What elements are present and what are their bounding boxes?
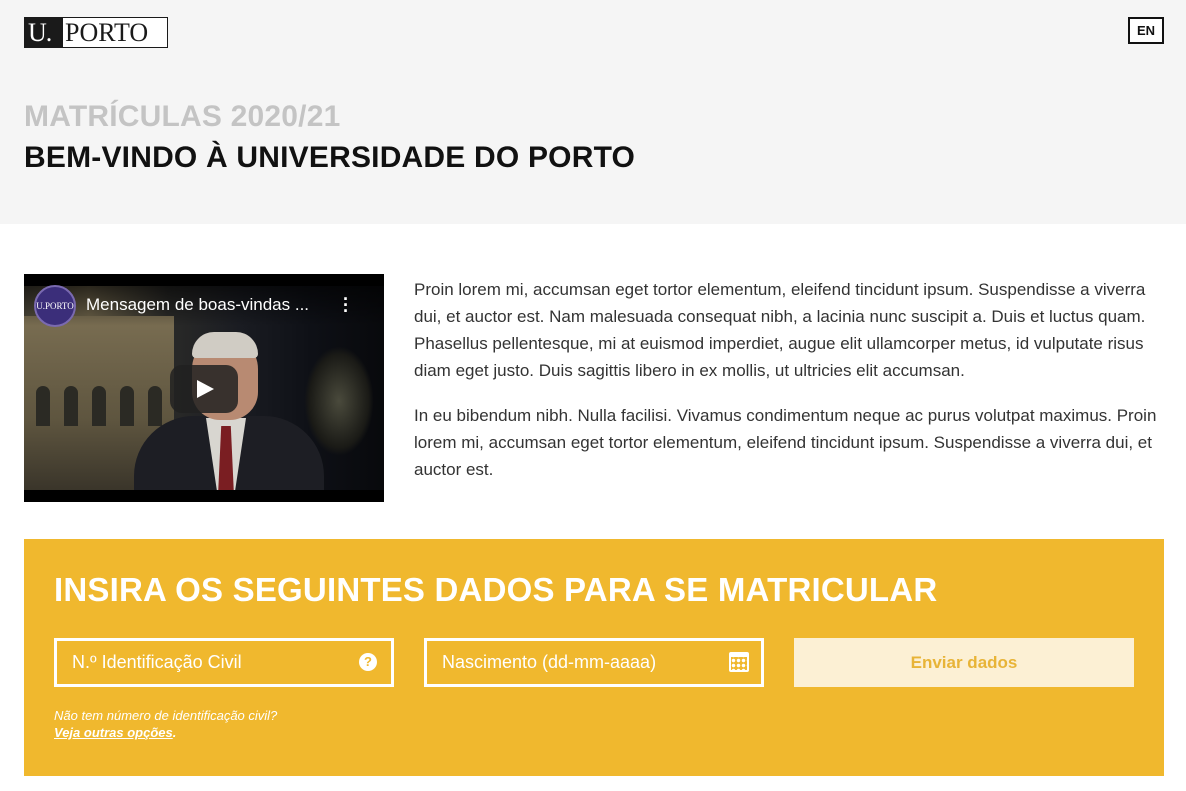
civil-id-input[interactable] bbox=[72, 652, 342, 673]
intro-text: Proin lorem mi, accumsan eget tortor ele… bbox=[414, 276, 1164, 501]
other-options-link[interactable]: Veja outras opções bbox=[54, 725, 173, 740]
page-title: BEM-VINDO À UNIVERSIDADE DO PORTO bbox=[24, 141, 636, 174]
calendar-icon[interactable] bbox=[729, 652, 749, 672]
play-icon[interactable] bbox=[170, 365, 238, 413]
logo-porto-text: PORTO bbox=[65, 18, 149, 47]
other-options-line: Veja outras opções. bbox=[54, 725, 176, 740]
page-header: U. PORTO EN MATRÍCULAS 2020/21 BEM-VINDO… bbox=[0, 0, 1186, 224]
intro-paragraph-1: Proin lorem mi, accumsan eget tortor ele… bbox=[414, 280, 1146, 380]
logo-u-mark: U. bbox=[25, 18, 63, 47]
language-toggle-button[interactable]: EN bbox=[1128, 17, 1164, 44]
birth-date-input[interactable] bbox=[442, 652, 712, 673]
video-title[interactable]: Mensagem de boas-vindas ... bbox=[86, 295, 309, 315]
enrollment-form-panel: INSIRA OS SEGUINTES DADOS PARA SE MATRIC… bbox=[24, 539, 1164, 776]
other-options-suffix: . bbox=[172, 725, 177, 740]
civil-id-field[interactable]: ? bbox=[54, 638, 394, 687]
page-pretitle: MATRÍCULAS 2020/21 bbox=[24, 100, 341, 133]
channel-avatar[interactable]: U.PORTO bbox=[34, 285, 76, 327]
more-vert-icon[interactable]: · · · bbox=[340, 290, 352, 320]
form-title: INSIRA OS SEGUINTES DADOS PARA SE MATRIC… bbox=[54, 571, 938, 608]
intro-paragraph-2: In eu bibendum nibh. Nulla facilisi. Viv… bbox=[414, 406, 1157, 479]
uporto-logo[interactable]: U. PORTO bbox=[24, 17, 168, 48]
submit-button[interactable]: Enviar dados bbox=[794, 638, 1134, 687]
help-icon[interactable]: ? bbox=[359, 653, 377, 671]
birth-date-field[interactable] bbox=[424, 638, 764, 687]
no-id-note: Não tem número de identificação civil? bbox=[54, 708, 278, 723]
video-player[interactable]: U.PORTO Mensagem de boas-vindas ... · · · bbox=[24, 274, 384, 502]
video-speaker bbox=[134, 332, 324, 490]
